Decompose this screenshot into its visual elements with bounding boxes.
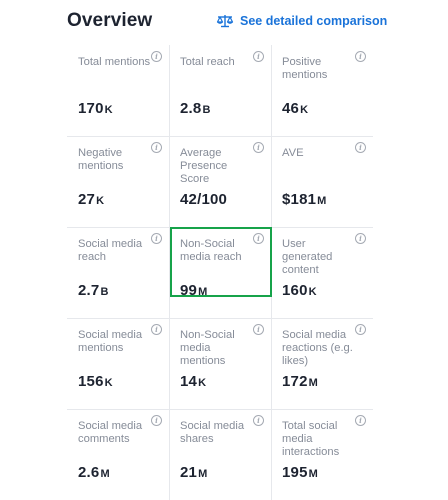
metric-number: $181 <box>282 191 317 208</box>
metric-label: Positive mentions <box>282 56 328 81</box>
metric-number: 2.7 <box>78 282 100 299</box>
metric-label: Social media shares <box>180 420 245 445</box>
info-icon[interactable]: i <box>151 233 162 244</box>
info-icon[interactable]: i <box>355 415 366 426</box>
metric-value: 46K <box>282 100 308 117</box>
highlight-box <box>170 227 272 297</box>
metric-number: 160 <box>282 282 308 299</box>
metric-card: Social media reactions (e.g. likes) i 172M <box>271 318 373 409</box>
metric-label: Non-Social media mentions <box>180 329 235 367</box>
info-icon[interactable]: i <box>151 324 162 335</box>
metric-unit: K <box>104 104 113 116</box>
metric-unit: M <box>308 468 319 480</box>
metric-unit: B <box>202 104 211 116</box>
metric-value: 42/100 <box>180 191 227 208</box>
metric-unit: K <box>96 195 105 207</box>
info-icon[interactable]: i <box>253 324 264 335</box>
metric-value: 21M <box>180 464 207 481</box>
metric-label: Social media mentions <box>78 329 143 354</box>
metric-unit: M <box>198 468 208 480</box>
metric-value: 170K <box>78 100 113 117</box>
metric-unit: M <box>317 195 327 207</box>
metric-number: 21 <box>180 464 198 481</box>
metric-card: Non-Social media mentions i 14K <box>169 318 271 409</box>
metric-label: Social media reactions (e.g. likes) <box>282 329 353 367</box>
metric-number: 156 <box>78 373 104 390</box>
metric-unit: K <box>300 104 309 116</box>
metric-card: Social media reach i 2.7B <box>67 227 169 318</box>
metric-label: Average Presence Score <box>180 147 228 185</box>
metric-value: 160K <box>282 282 317 299</box>
metric-card: Total reach i 2.8B <box>169 45 271 136</box>
metric-card: Social media comments i 2.6M <box>67 409 169 500</box>
metric-value: 195M <box>282 464 318 481</box>
page-title: Overview <box>67 10 153 31</box>
overview-header: Overview See detailed comparison <box>0 0 448 42</box>
info-icon[interactable]: i <box>253 51 264 62</box>
metrics-grid: Total mentions i 170K Total reach i 2.8B Posit… <box>67 45 373 500</box>
metric-value: 2.8B <box>180 100 211 117</box>
info-icon[interactable]: i <box>355 142 366 153</box>
metric-unit: M <box>100 468 110 480</box>
metric-label: Negative mentions <box>78 147 124 172</box>
metric-number: 172 <box>282 373 308 390</box>
metric-unit: K <box>308 286 317 298</box>
info-icon[interactable]: i <box>151 51 162 62</box>
metric-card: Total mentions i 170K <box>67 45 169 136</box>
metric-card: User generated content i 160K <box>271 227 373 318</box>
metric-number: 2.6 <box>78 464 100 481</box>
metric-number: 14 <box>180 373 198 390</box>
metric-label: User generated content <box>282 238 333 276</box>
metric-unit: M <box>308 377 319 389</box>
metric-card: Social media shares i 21M <box>169 409 271 500</box>
info-icon[interactable]: i <box>355 233 366 244</box>
metric-value: 2.7B <box>78 282 109 299</box>
metric-value: 27K <box>78 191 104 208</box>
metric-number: 27 <box>78 191 96 208</box>
metric-label: AVE <box>282 147 304 159</box>
metric-card: Negative mentions i 27K <box>67 136 169 227</box>
metric-unit: K <box>104 377 113 389</box>
metric-number: 2.8 <box>180 100 202 117</box>
metric-value: 2.6M <box>78 464 110 481</box>
scale-icon <box>216 15 234 28</box>
info-icon[interactable]: i <box>151 415 162 426</box>
metric-number: 46 <box>282 100 300 117</box>
metric-card: Average Presence Score i 42/100 <box>169 136 271 227</box>
metric-label: Total mentions <box>78 56 151 68</box>
metric-number: 170 <box>78 100 104 117</box>
metric-value: 172M <box>282 373 318 390</box>
metric-card: Total social media interactions i 195M <box>271 409 373 500</box>
metric-card: Social media mentions i 156K <box>67 318 169 409</box>
metric-card: Non-Social media reach i 99M <box>169 227 272 318</box>
metric-card: Positive mentions i 46K <box>271 45 373 136</box>
see-detailed-comparison-link[interactable]: See detailed comparison <box>216 11 387 31</box>
info-icon[interactable]: i <box>253 415 264 426</box>
metric-number: 195 <box>282 464 308 481</box>
metric-label: Total social media interactions <box>282 420 340 458</box>
metric-value: 156K <box>78 373 113 390</box>
compare-link-label: See detailed comparison <box>240 14 388 28</box>
metric-value: $181M <box>282 191 327 208</box>
metric-label: Social media comments <box>78 420 143 445</box>
metric-card: AVE i $181M <box>271 136 373 227</box>
metric-label: Total reach <box>180 56 235 68</box>
info-icon[interactable]: i <box>151 142 162 153</box>
info-icon[interactable]: i <box>253 142 264 153</box>
metric-unit: B <box>100 286 109 298</box>
info-icon[interactable]: i <box>355 51 366 62</box>
metric-value: 14K <box>180 373 206 390</box>
metric-label: Social media reach <box>78 238 143 263</box>
metric-number: 42/100 <box>180 191 228 208</box>
metric-unit: K <box>198 377 207 389</box>
info-icon[interactable]: i <box>355 324 366 335</box>
